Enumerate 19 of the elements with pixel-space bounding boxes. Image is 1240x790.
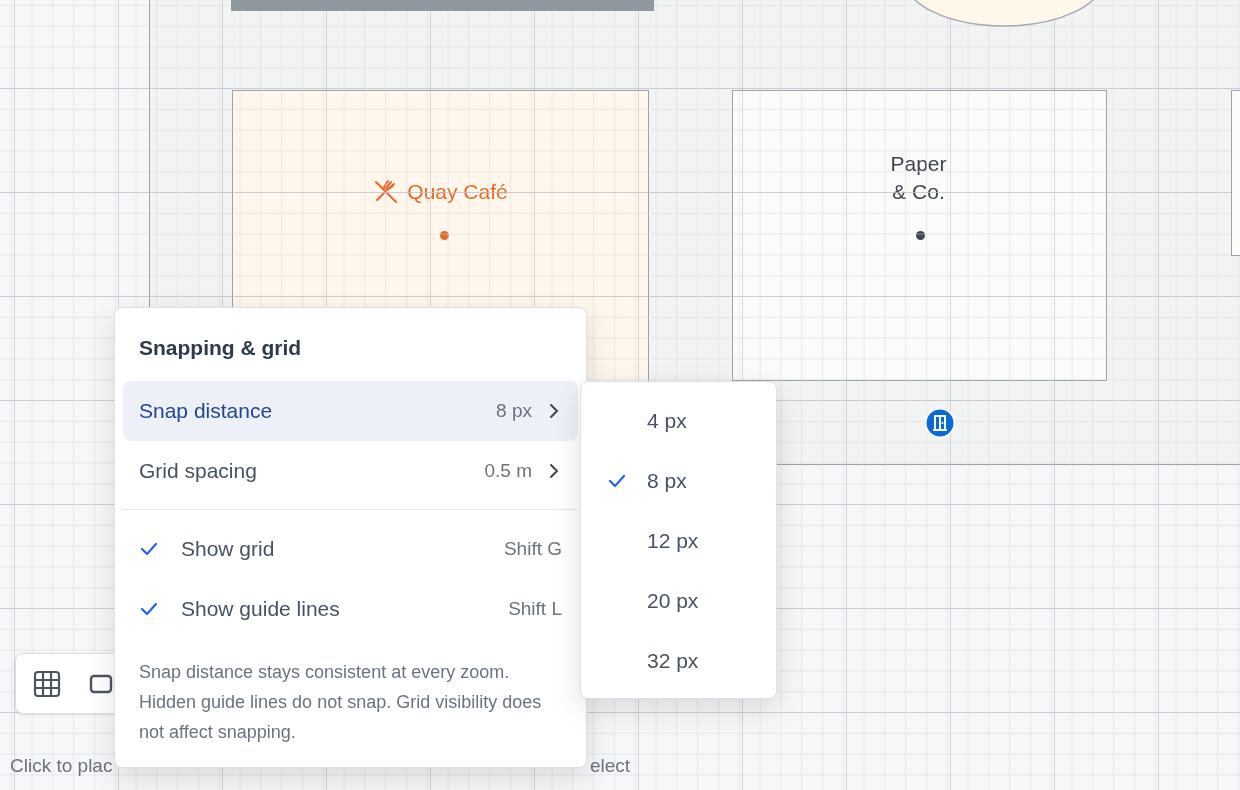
submenu-option[interactable]: 20 px (581, 571, 776, 631)
chevron-right-icon (548, 403, 560, 419)
submenu-option[interactable]: 4 px (581, 391, 776, 451)
submenu-option[interactable]: 12 px (581, 511, 776, 571)
menu-item[interactable]: Snap distance 8 px (123, 381, 578, 441)
submenu-option[interactable]: 32 px (581, 631, 776, 691)
shop-name: Paper & Co. (890, 151, 947, 205)
chevron-right-icon (548, 463, 560, 479)
toggle-item[interactable]: Show guide lines Shift L (123, 579, 578, 639)
door-marker[interactable] (924, 407, 956, 439)
menu-title: Snapping & grid (138, 335, 303, 360)
menu-item[interactable]: Grid spacing 0.5 m (123, 441, 578, 501)
status-text: Click to plac (10, 754, 113, 778)
help-note: Snap distance stays consistent at every zoom. Hidden guide lines do not snap. Grid visibility does not affect snapping. (139, 661, 543, 744)
toggle-item[interactable]: Show grid Shift G (123, 519, 578, 579)
grid-icon (33, 669, 61, 698)
submenu-option[interactable]: 8 px (581, 451, 776, 511)
shop-name: Quay Café (407, 179, 508, 205)
status-text: elect (590, 754, 631, 778)
